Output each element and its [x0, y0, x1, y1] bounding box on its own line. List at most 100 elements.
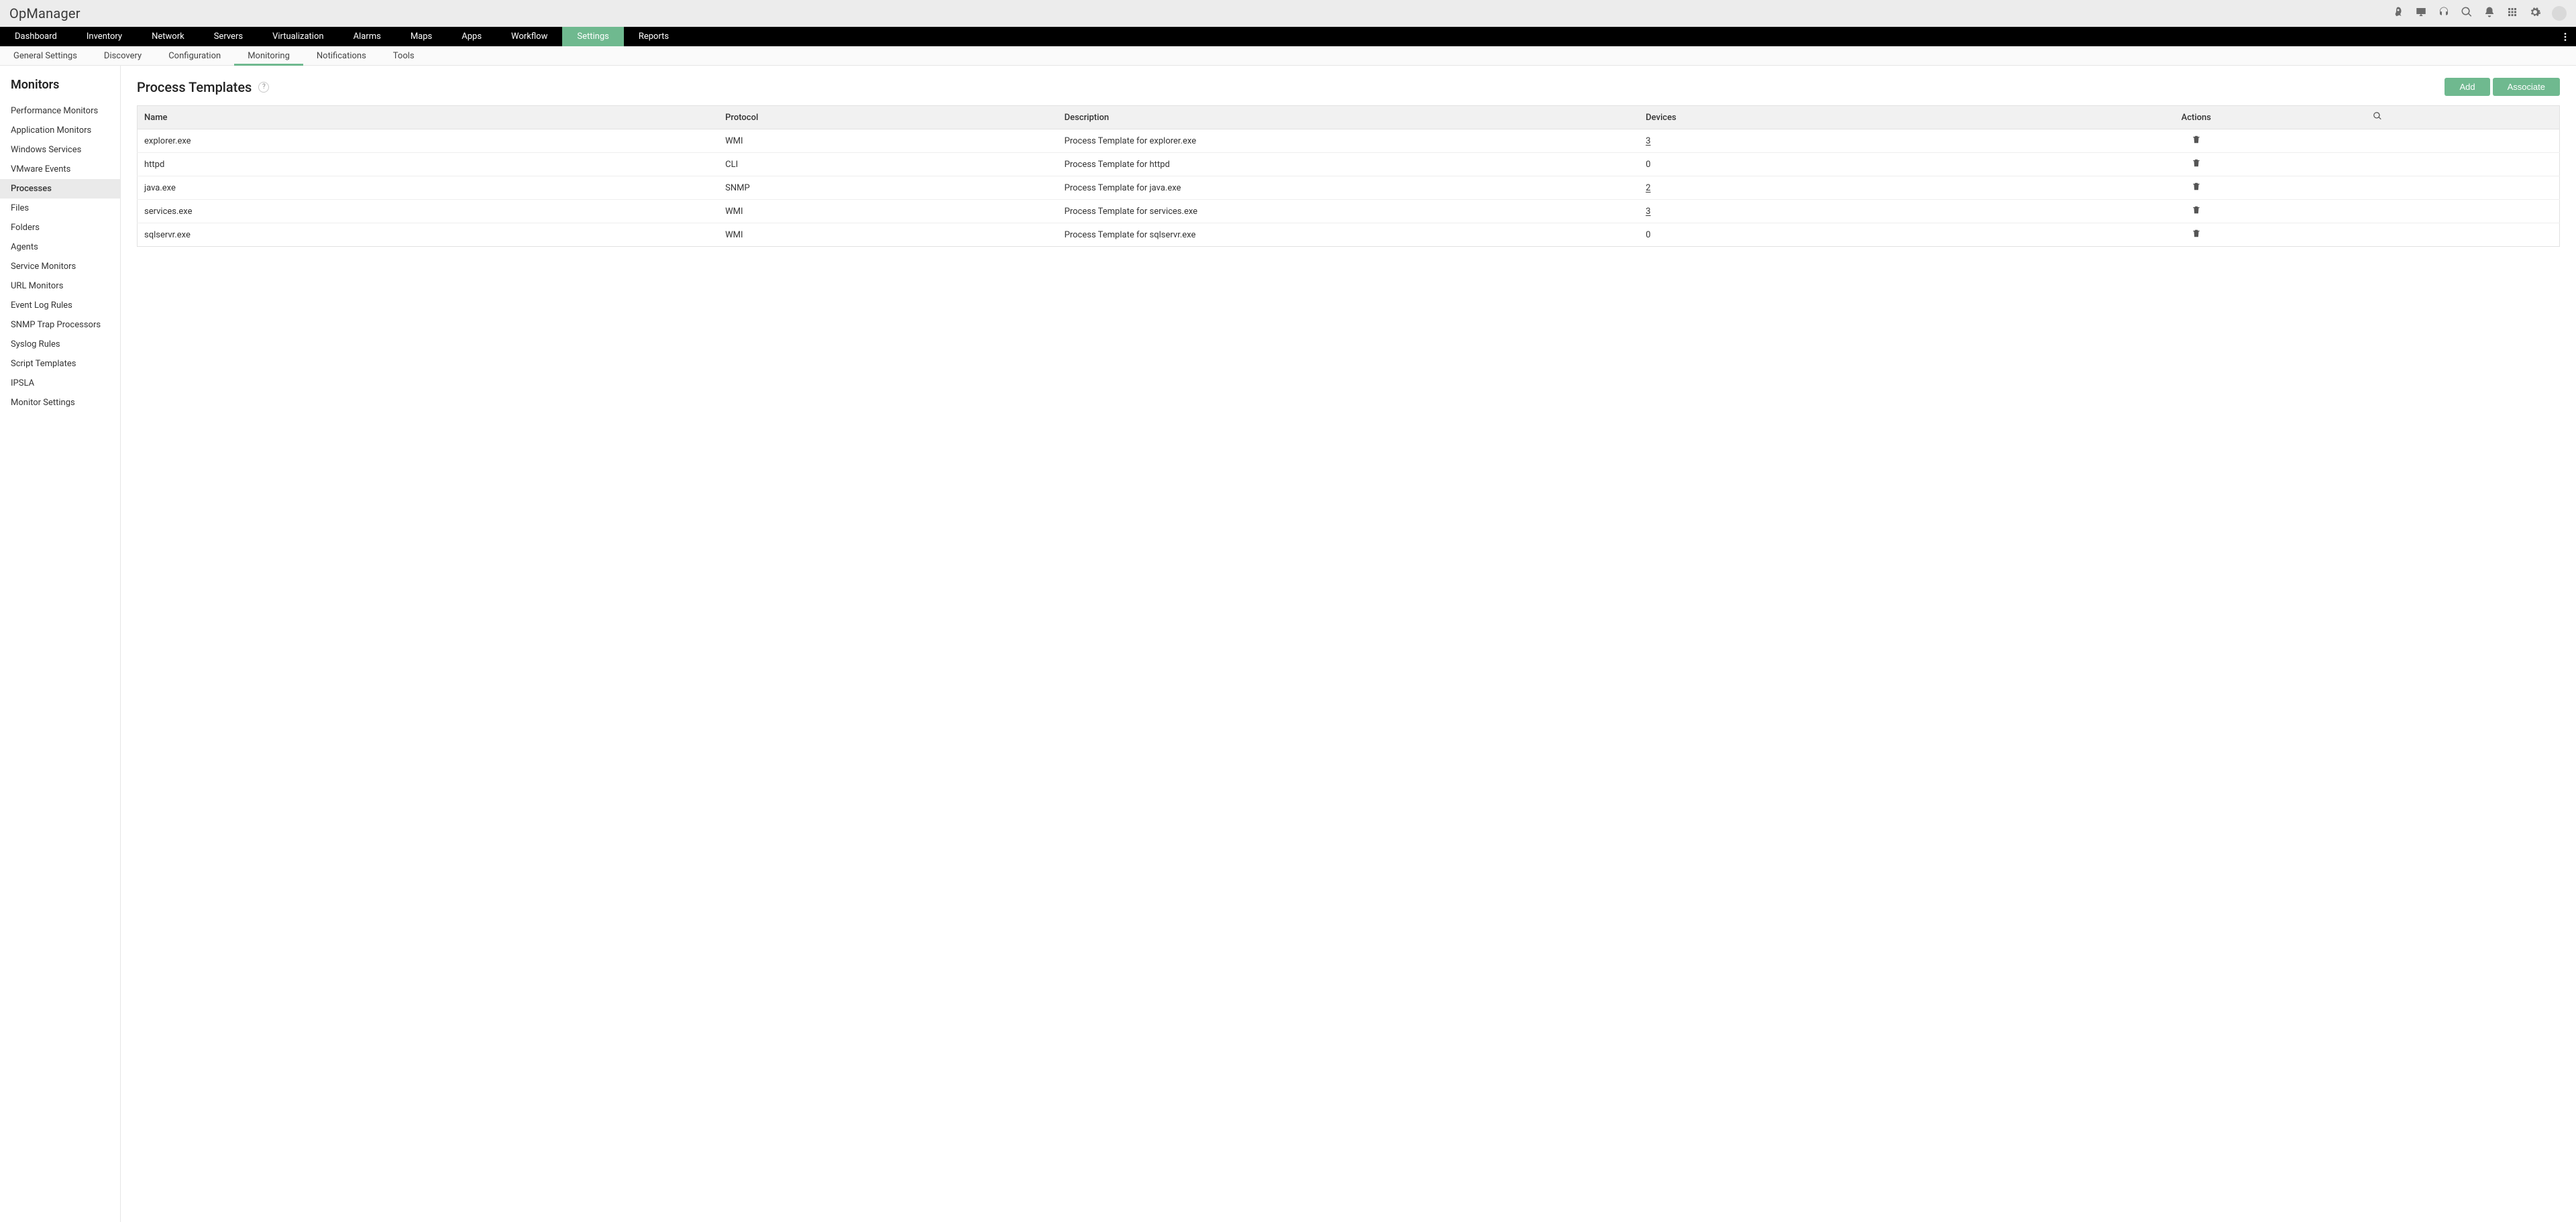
- cell-name[interactable]: java.exe: [138, 176, 719, 200]
- delete-icon[interactable]: [2192, 231, 2201, 241]
- table-row: sqlservr.exeWMIProcess Template for sqls…: [138, 223, 2560, 247]
- cell-actions: [2027, 153, 2366, 176]
- secondary-tab-tools[interactable]: Tools: [380, 46, 428, 65]
- headset-icon[interactable]: [2438, 6, 2450, 21]
- primary-tab-servers[interactable]: Servers: [199, 27, 258, 46]
- search-icon[interactable]: [2461, 6, 2473, 21]
- cell-name[interactable]: services.exe: [138, 200, 719, 223]
- cell-devices[interactable]: 2: [1639, 176, 2027, 200]
- primary-tab-reports[interactable]: Reports: [624, 27, 684, 46]
- cell-devices: 0: [1639, 223, 2027, 247]
- delete-icon[interactable]: [2192, 160, 2201, 170]
- primary-tab-settings[interactable]: Settings: [562, 27, 623, 46]
- table-row: java.exeSNMPProcess Template for java.ex…: [138, 176, 2560, 200]
- cell-description: Process Template for services.exe: [1058, 200, 1640, 223]
- user-avatar-icon[interactable]: [2552, 6, 2567, 21]
- cell-blank: [2366, 129, 2560, 153]
- monitor-icon[interactable]: [2415, 6, 2427, 21]
- sidebar-item-snmp-trap-processors[interactable]: SNMP Trap Processors: [0, 315, 120, 335]
- sidebar-item-url-monitors[interactable]: URL Monitors: [0, 276, 120, 296]
- sidebar-item-vmware-events[interactable]: VMware Events: [0, 160, 120, 179]
- table-search-icon[interactable]: [2373, 113, 2382, 123]
- cell-protocol: WMI: [718, 223, 1058, 247]
- col-header-protocol[interactable]: Protocol: [718, 106, 1058, 129]
- sidebar-item-event-log-rules[interactable]: Event Log Rules: [0, 296, 120, 315]
- col-header-description[interactable]: Description: [1058, 106, 1640, 129]
- cell-blank: [2366, 176, 2560, 200]
- delete-icon[interactable]: [2192, 207, 2201, 217]
- process-templates-table: Name Protocol Description Devices Action…: [137, 105, 2560, 247]
- cell-description: Process Template for explorer.exe: [1058, 129, 1640, 153]
- more-menu-icon[interactable]: [2560, 27, 2571, 46]
- secondary-tab-monitoring[interactable]: Monitoring: [234, 46, 303, 65]
- sidebar-item-monitor-settings[interactable]: Monitor Settings: [0, 393, 120, 412]
- col-header-name[interactable]: Name: [138, 106, 719, 129]
- help-icon[interactable]: ?: [258, 82, 269, 93]
- primary-tab-dashboard[interactable]: Dashboard: [0, 27, 72, 46]
- sidebar-item-service-monitors[interactable]: Service Monitors: [0, 257, 120, 276]
- cell-devices[interactable]: 3: [1639, 200, 2027, 223]
- table-row: explorer.exeWMIProcess Template for expl…: [138, 129, 2560, 153]
- sidebar-item-files[interactable]: Files: [0, 199, 120, 218]
- primary-tab-apps[interactable]: Apps: [447, 27, 496, 46]
- sidebar-heading: Monitors: [0, 66, 120, 101]
- table-row: services.exeWMIProcess Template for serv…: [138, 200, 2560, 223]
- add-button[interactable]: Add: [2445, 78, 2489, 96]
- sidebar-item-syslog-rules[interactable]: Syslog Rules: [0, 335, 120, 354]
- cell-actions: [2027, 176, 2366, 200]
- sidebar-item-script-templates[interactable]: Script Templates: [0, 354, 120, 374]
- secondary-tab-discovery[interactable]: Discovery: [91, 46, 155, 65]
- sidebar-item-performance-monitors[interactable]: Performance Monitors: [0, 101, 120, 121]
- cell-name[interactable]: explorer.exe: [138, 129, 719, 153]
- primary-tab-virtualization[interactable]: Virtualization: [258, 27, 339, 46]
- cell-protocol: WMI: [718, 200, 1058, 223]
- associate-button[interactable]: Associate: [2493, 78, 2560, 96]
- primary-tab-alarms[interactable]: Alarms: [339, 27, 396, 46]
- primary-nav: DashboardInventoryNetworkServersVirtuali…: [0, 27, 2576, 46]
- cell-description: Process Template for sqlservr.exe: [1058, 223, 1640, 247]
- gear-icon[interactable]: [2529, 6, 2541, 21]
- cell-devices[interactable]: 3: [1639, 129, 2027, 153]
- secondary-tab-notifications[interactable]: Notifications: [303, 46, 380, 65]
- main-content: Process Templates ? Add Associate Name P…: [121, 66, 2576, 1222]
- delete-icon[interactable]: [2192, 184, 2201, 194]
- sidebar-item-windows-services[interactable]: Windows Services: [0, 140, 120, 160]
- cell-blank: [2366, 200, 2560, 223]
- cell-protocol: WMI: [718, 129, 1058, 153]
- cell-description: Process Template for httpd: [1058, 153, 1640, 176]
- brand-name: OpManager: [9, 5, 80, 21]
- sidebar-item-processes[interactable]: Processes: [0, 179, 120, 199]
- cell-protocol: CLI: [718, 153, 1058, 176]
- cell-actions: [2027, 223, 2366, 247]
- page-header: Process Templates ? Add Associate: [137, 78, 2560, 96]
- rocket-icon[interactable]: [2392, 6, 2404, 21]
- cell-name[interactable]: httpd: [138, 153, 719, 176]
- col-header-devices[interactable]: Devices: [1639, 106, 2027, 129]
- bell-icon[interactable]: [2483, 6, 2496, 21]
- app-topbar: OpManager: [0, 0, 2576, 27]
- delete-icon[interactable]: [2192, 137, 2201, 147]
- page-title: Process Templates: [137, 79, 252, 95]
- cell-actions: [2027, 200, 2366, 223]
- sidebar-item-agents[interactable]: Agents: [0, 237, 120, 257]
- cell-protocol: SNMP: [718, 176, 1058, 200]
- cell-devices: 0: [1639, 153, 2027, 176]
- sidebar-item-application-monitors[interactable]: Application Monitors: [0, 121, 120, 140]
- primary-tab-workflow[interactable]: Workflow: [496, 27, 562, 46]
- sidebar: Monitors Performance MonitorsApplication…: [0, 66, 121, 1222]
- table-search-header: [2366, 106, 2560, 129]
- secondary-tab-configuration[interactable]: Configuration: [155, 46, 234, 65]
- table-row: httpdCLIProcess Template for httpd0: [138, 153, 2560, 176]
- primary-tab-maps[interactable]: Maps: [396, 27, 447, 46]
- apps-grid-icon[interactable]: [2506, 6, 2518, 21]
- cell-name[interactable]: sqlservr.exe: [138, 223, 719, 247]
- cell-blank: [2366, 153, 2560, 176]
- sidebar-item-ipsla[interactable]: IPSLA: [0, 374, 120, 393]
- secondary-nav: General SettingsDiscoveryConfigurationMo…: [0, 46, 2576, 66]
- primary-tab-network[interactable]: Network: [137, 27, 199, 46]
- primary-tab-inventory[interactable]: Inventory: [72, 27, 137, 46]
- secondary-tab-general-settings[interactable]: General Settings: [0, 46, 91, 65]
- sidebar-item-folders[interactable]: Folders: [0, 218, 120, 237]
- col-header-actions[interactable]: Actions: [2027, 106, 2366, 129]
- cell-blank: [2366, 223, 2560, 247]
